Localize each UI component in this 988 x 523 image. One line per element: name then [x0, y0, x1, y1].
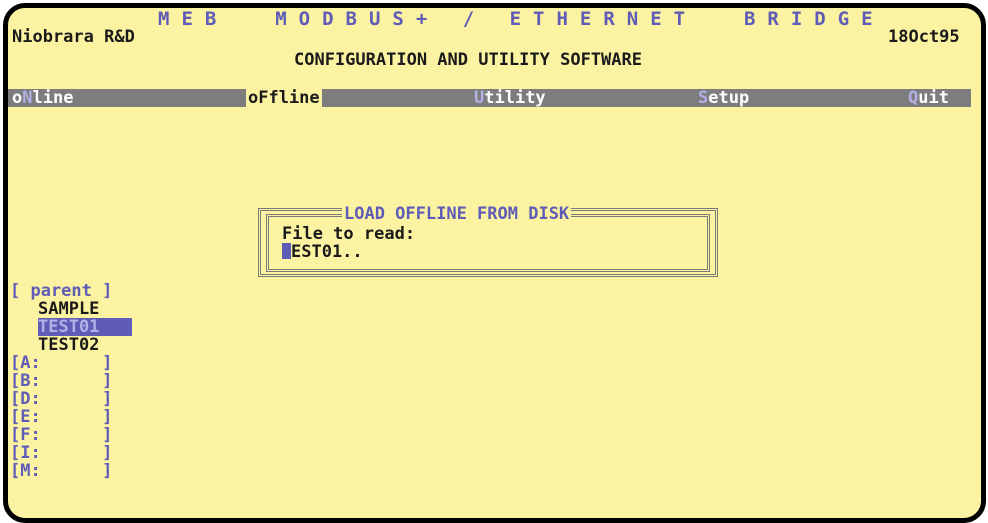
- menu-quit[interactable]: Quit: [908, 89, 949, 107]
- drive-b-item[interactable]: [B: ]: [10, 372, 112, 390]
- filename-input[interactable]: EST01..: [282, 243, 363, 261]
- file-item-test01[interactable]: TEST01: [38, 318, 132, 336]
- drive-e-item[interactable]: [E: ]: [10, 408, 112, 426]
- file-item-sample[interactable]: SAMPLE: [38, 300, 99, 318]
- menu-setup[interactable]: Setup: [698, 89, 749, 107]
- menu-utility-hotkey: U: [474, 88, 485, 108]
- drive-f-item[interactable]: [F: ]: [10, 426, 112, 444]
- menu-quit-hotkey: Q: [908, 88, 919, 108]
- menu-online[interactable]: oNline: [12, 89, 73, 107]
- file-prompt-label: File to read:: [282, 224, 416, 244]
- menu-utility-label: tility: [484, 88, 546, 108]
- menu-online-hotkey: N: [22, 88, 33, 108]
- dialog-title: LOAD OFFLINE FROM DISK: [342, 204, 572, 224]
- menu-utility[interactable]: Utility: [474, 89, 546, 107]
- drive-m-item[interactable]: [M: ]: [10, 462, 112, 480]
- filename-value: EST01..: [291, 242, 363, 262]
- date-label: 18Oct95: [888, 27, 960, 47]
- menu-online-label: line: [32, 88, 74, 108]
- menu-bar: oNline oFfline Utility Setup Quit: [8, 89, 971, 107]
- menu-offline[interactable]: oFfline: [246, 89, 322, 107]
- parent-directory-item[interactable]: [ parent ]: [10, 282, 112, 300]
- menu-setup-label: etup: [708, 88, 750, 108]
- drive-d-item[interactable]: [D: ]: [10, 390, 112, 408]
- terminal-screen: MEB MODBUS+ / ETHERNET BRIDGE Niobrara R…: [3, 3, 986, 523]
- menu-quit-label: uit: [918, 88, 949, 108]
- load-offline-dialog: LOAD OFFLINE FROM DISK File to read: EST…: [258, 204, 718, 278]
- app-title: MEB MODBUS+ / ETHERNET BRIDGE: [158, 8, 885, 30]
- menu-setup-hotkey: S: [698, 88, 709, 108]
- text-cursor: [282, 243, 291, 259]
- file-item-test02[interactable]: TEST02: [38, 336, 99, 354]
- app-subtitle: CONFIGURATION AND UTILITY SOFTWARE: [294, 50, 642, 70]
- menu-online-hotkey-lead: o: [12, 88, 23, 108]
- drive-a-item[interactable]: [A: ]: [10, 354, 112, 372]
- drive-i-item[interactable]: [I: ]: [10, 444, 112, 462]
- company-name: Niobrara R&D: [12, 27, 135, 47]
